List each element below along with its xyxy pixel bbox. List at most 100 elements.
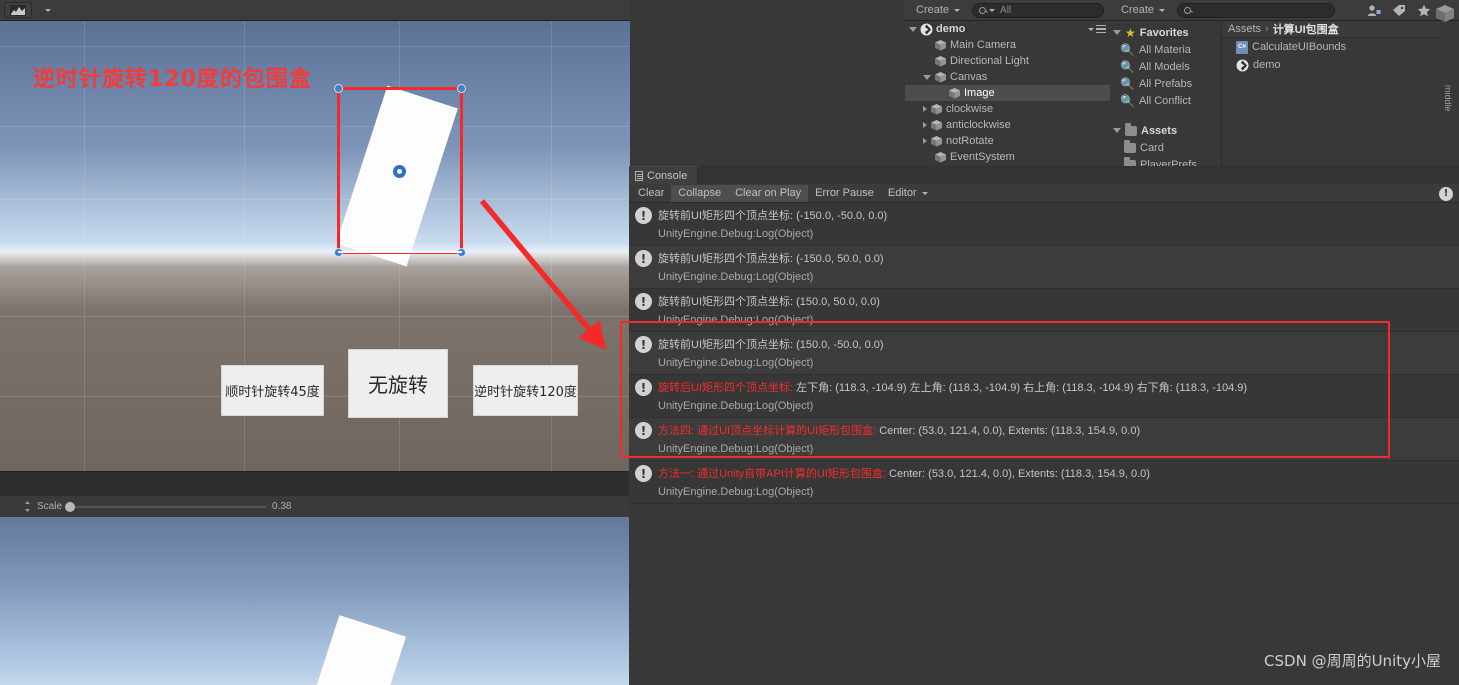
chevron-right-icon[interactable] [923,122,927,128]
clear-button-label: Clear [638,187,665,199]
assets-root[interactable]: Assets [1110,122,1221,139]
log-message: 旋转前UI矩形四个顶点坐标: (150.0, 50.0, 0.0) [658,296,880,308]
unity-scene-icon [1236,59,1249,71]
favorite-star-icon[interactable] [1417,4,1431,17]
console-toolbar[interactable]: Clear Collapse Clear on Play Error Pause Edi… [629,184,1459,203]
clear-button[interactable]: Clear [631,185,671,202]
hierarchy-item-anticlockwise[interactable]: anticlockwise [905,117,1110,133]
info-icon: ! [635,336,652,353]
resize-handle-tr[interactable] [457,84,466,93]
hierarchy-item-canvas[interactable]: Canvas [905,69,1110,85]
drag-handle-icon[interactable] [24,501,31,512]
grid-line [0,46,630,47]
asset-folder-label: Card [1140,141,1164,154]
scene-view-dropdown[interactable] [36,2,58,18]
project-create-button[interactable]: Create [1114,2,1172,18]
console-log-entry[interactable]: ! 旋转后UI矩形四个顶点坐标: 左下角: (118.3, -104.9) 左上角… [629,375,1459,418]
project-tree[interactable]: ★ Favorites 🔍 All Materia 🔍 All Models 🔍 All … [1110,21,1222,171]
hierarchy-item-image[interactable]: Image [905,85,1110,101]
tab-console[interactable]: Console [629,166,699,184]
chevron-right-icon[interactable] [923,138,927,144]
collapse-button[interactable]: Collapse [671,184,729,202]
hierarchy-tree[interactable]: Main Camera Directional Light Canvas Image c… [905,37,1110,165]
console-log-entry[interactable]: ! 方法四: 通过UI顶点坐标计算的UI矩形包围盒: Center: (53.0,… [629,418,1459,461]
pivot-handle[interactable] [393,165,406,178]
clear-on-play-button[interactable]: Clear on Play [728,184,809,202]
scale-row[interactable]: Scale 0.38 [0,495,630,517]
hierarchy-scene-root[interactable]: demo [905,21,1110,37]
clockwise-45-button[interactable]: 顺时针旋转45度 [221,365,324,416]
scene-view[interactable]: 逆时针旋转120度的包围盒 顺时针旋转45度 无旋转 逆时针旋转120度 Sca… [0,0,630,685]
error-pause-button[interactable]: Error Pause [808,185,881,202]
project-search-input[interactable] [1177,2,1336,18]
project-toolbar[interactable]: Create [1110,0,1440,21]
editor-dropdown[interactable]: Editor [881,185,935,202]
console-log-entry[interactable]: ! 旋转前UI矩形四个顶点坐标: (150.0, 50.0, 0.0) UnityE… [629,289,1459,332]
console-tab-label: Console [647,169,688,182]
hierarchy-item-eventsystem[interactable]: EventSystem [905,149,1110,165]
chevron-down-icon[interactable] [1113,30,1121,35]
hierarchy-panel[interactable]: Create All demo Main Camera Directional L… [905,0,1110,166]
asset-folder-card[interactable]: Card [1110,139,1221,156]
anticlockwise-120-button[interactable]: 逆时针旋转120度 [473,365,578,416]
console-status-badges[interactable]: ! [1439,186,1459,201]
no-rotation-button[interactable]: 无旋转 [348,349,448,418]
hierarchy-search-input[interactable]: All [972,2,1104,18]
anticlockwise-120-label: 逆时针旋转120度 [474,385,577,400]
scale-slider[interactable] [65,501,267,512]
hierarchy-item-main-camera[interactable]: Main Camera [905,37,1110,53]
console-log-list[interactable]: ! 旋转前UI矩形四个顶点坐标: (-150.0, -50.0, 0.0) Unit… [629,203,1459,685]
scene-orientation-gizmo-icon[interactable] [1432,2,1458,28]
gameobject-cube-icon [931,119,942,130]
chevron-down-icon[interactable] [909,26,917,32]
chevron-down-icon [1159,8,1166,12]
hierarchy-item-label: Directional Light [950,55,1029,67]
breadcrumb-assets[interactable]: Assets [1228,23,1261,35]
hierarchy-create-button[interactable]: Create [909,2,967,18]
console-tab-row[interactable]: Console [629,166,1459,184]
console-log-entry[interactable]: ! 旋转前UI矩形四个顶点坐标: (150.0, -50.0, 0.0) Unity… [629,332,1459,375]
game-view-preview[interactable] [0,517,630,685]
hierarchy-item-clockwise[interactable]: clockwise [905,101,1110,117]
menu-icon [1096,24,1106,34]
project-file-calculateuibounds[interactable]: C# CalculateUIBounds [1222,38,1440,56]
hierarchy-item-label: Canvas [950,71,988,83]
hierarchy-context-menu[interactable] [1086,24,1106,34]
breadcrumb[interactable]: Assets › 计算UI包围盒 [1222,21,1440,38]
scale-slider-knob[interactable] [65,501,76,512]
filter-by-label-icon[interactable] [1392,4,1406,17]
scene-canvas[interactable]: 逆时针旋转120度的包围盒 顺时针旋转45度 无旋转 逆时针旋转120度 [0,21,630,471]
gizmos-dropdown[interactable]: Gizmos [624,2,630,18]
console-log-entry[interactable]: ! 旋转前UI矩形四个顶点坐标: (-150.0, 50.0, 0.0) Unity… [629,246,1459,289]
console-log-entry[interactable]: ! 方法一: 通过Unity自带API计算的UI矩形包围盒: Center: (5… [629,461,1459,504]
chevron-down-icon[interactable] [1113,128,1121,133]
resize-handle-tl[interactable] [334,84,343,93]
favorite-item-all-conflict[interactable]: 🔍 All Conflict [1110,92,1221,109]
favorite-item-all-prefabs[interactable]: 🔍 All Prefabs [1110,75,1221,92]
hierarchy-item-directional-light[interactable]: Directional Light [905,53,1110,69]
inspector-body[interactable]: middle [1440,21,1459,112]
project-contents[interactable]: Assets › 计算UI包围盒 C# CalculateUIBounds demo [1222,21,1440,166]
hierarchy-toolbar[interactable]: Create All [905,0,1110,21]
project-file-list[interactable]: C# CalculateUIBounds demo [1222,38,1440,74]
project-file-demo[interactable]: demo [1222,56,1440,74]
chevron-down-icon[interactable] [923,74,931,80]
console-log-entry[interactable]: ! 旋转前UI矩形四个顶点坐标: (-150.0, -50.0, 0.0) Unit… [629,203,1459,246]
log-stacktrace: UnityEngine.Debug:Log(Object) [658,486,814,498]
scene-toolbar[interactable]: Gizmos All [0,0,630,21]
favorite-item-all-materia[interactable]: 🔍 All Materia [1110,41,1221,58]
unity-scene-icon [920,23,933,35]
gameobject-cube-icon [935,71,946,82]
favorite-item-all-models[interactable]: 🔍 All Models [1110,58,1221,75]
favorites-list[interactable]: 🔍 All Materia 🔍 All Models 🔍 All Prefabs 🔍 All … [1110,41,1221,109]
hierarchy-item-notrotate[interactable]: notRotate [905,133,1110,149]
filter-by-type-icon[interactable] [1367,4,1381,17]
log-stacktrace: UnityEngine.Debug:Log(Object) [658,400,814,412]
chevron-down-icon [921,191,928,195]
scene-view-icon-button[interactable] [4,2,32,18]
chevron-down-icon [45,8,51,12]
project-panel[interactable]: Create ★ Favorites 🔍 All Materia 🔍 All M… [1110,0,1440,171]
favorites-root[interactable]: ★ Favorites [1110,24,1221,41]
chevron-right-icon[interactable] [923,106,927,112]
console-panel[interactable]: Console Clear Collapse Clear on Play Error … [629,166,1459,685]
